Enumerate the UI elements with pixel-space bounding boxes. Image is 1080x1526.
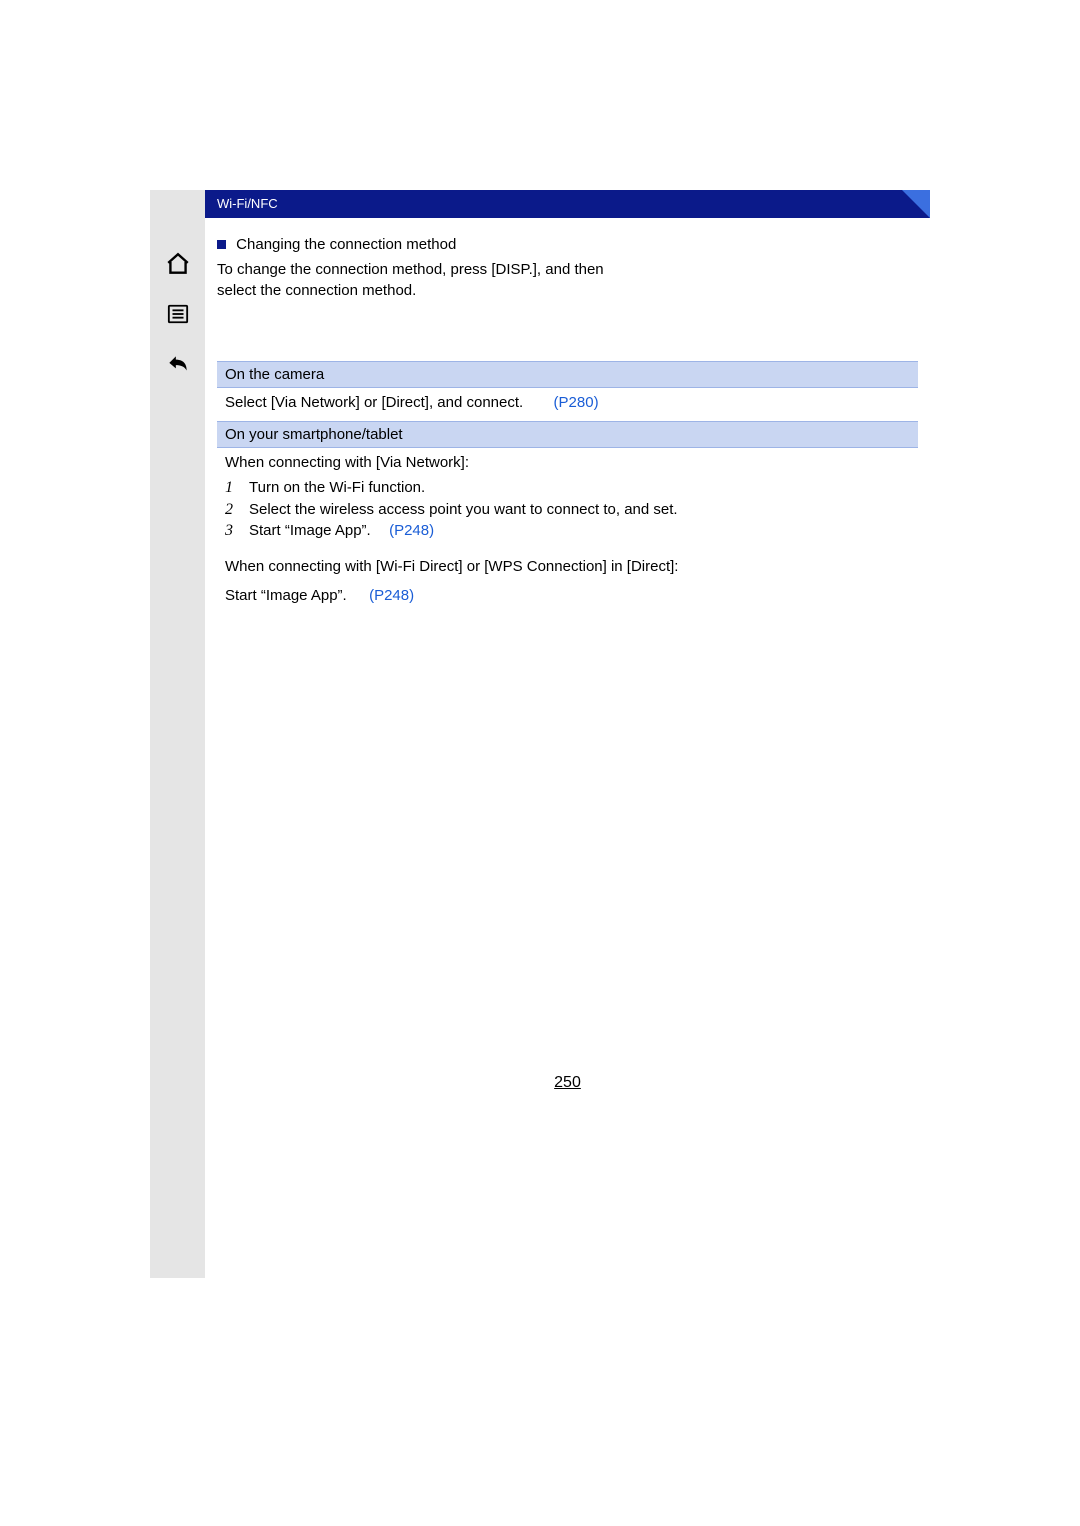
direct-label: When connecting with [Wi-Fi Direct] or [… [217,552,918,581]
section-description: To change the connection method, press [… [217,259,637,301]
chapter-header: Wi-Fi/NFC [205,190,930,218]
page-number: 250 [205,1074,930,1092]
smartphone-heading: On your smartphone/tablet [217,421,918,448]
content-area: Wi-Fi/NFC Changing the connection method… [205,190,930,1120]
camera-text: Select [Via Network] or [Direct], and co… [225,394,523,411]
camera-row: Select [Via Network] or [Direct], and co… [217,388,918,421]
back-icon[interactable] [163,350,193,378]
via-network-label: When connecting with [Via Network]: [217,448,918,477]
step-number: 3 [225,520,237,542]
step-text: Select the wireless access point you wan… [249,500,678,520]
home-icon[interactable] [163,250,193,278]
toc-icon[interactable] [163,300,193,328]
list-item: 3 Start “Image App”. (P248) [225,520,910,542]
direct-text: Start “Image App”. [225,587,347,604]
camera-heading: On the camera [217,361,918,388]
page-link-p248[interactable]: (P248) [389,522,434,539]
section-title-row: Changing the connection method [217,236,918,253]
direct-row: Start “Image App”. (P248) [217,581,918,610]
page-link-p280[interactable]: (P280) [554,394,599,411]
page-link-p248[interactable]: (P248) [369,587,414,604]
step-number: 1 [225,477,237,499]
chapter-label: Wi-Fi/NFC [217,196,278,211]
section-title: Changing the connection method [236,236,456,253]
step-text: Turn on the Wi-Fi function. [249,478,425,498]
step-text: Start “Image App”. [249,522,371,539]
list-item: 1 Turn on the Wi-Fi function. [225,477,910,499]
manual-page: Wi-Fi/NFC Changing the connection method… [150,190,930,1278]
steps-list: 1 Turn on the Wi-Fi function. 2 Select t… [217,477,918,552]
step-number: 2 [225,499,237,521]
sidebar [150,190,205,1278]
list-item: 2 Select the wireless access point you w… [225,499,910,521]
bullet-square-icon [217,240,226,249]
